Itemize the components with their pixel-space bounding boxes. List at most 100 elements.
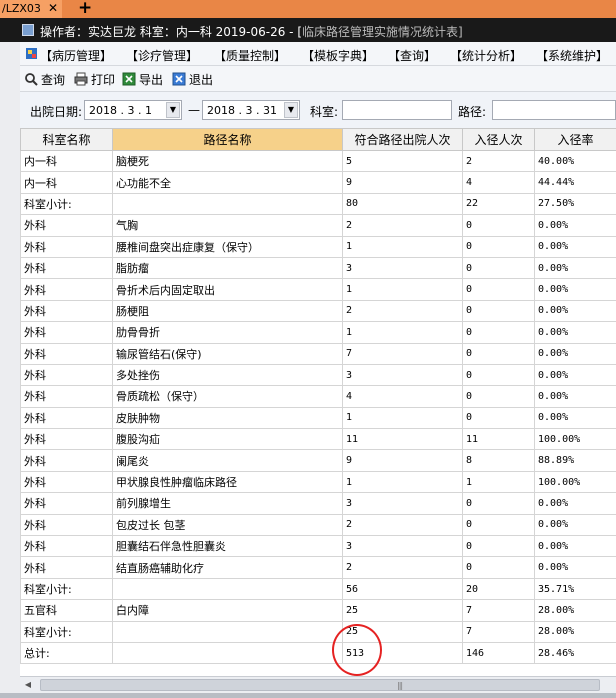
table-row[interactable]: 科室小计: 56 20 35.71% (20, 577, 616, 601)
date-to-picker[interactable]: 2018 . 3 . 31 ▼ (202, 100, 300, 120)
department-cell[interactable]: 科室小计: (20, 620, 113, 643)
enrolled-cell[interactable]: 0 (462, 535, 535, 558)
eligible-discharges-cell[interactable]: 3 (342, 535, 463, 558)
eligible-discharges-cell[interactable]: 1 (342, 321, 463, 344)
pathway-cell[interactable] (112, 620, 343, 643)
enrollment-rate-cell[interactable]: 0.00% (534, 278, 616, 301)
department-cell[interactable]: 外科 (20, 449, 113, 472)
menu-item-medical-records[interactable]: 【病历管理】 (40, 47, 112, 64)
enrolled-cell[interactable]: 0 (462, 299, 535, 323)
pathway-cell[interactable]: 骨折术后内固定取出 (112, 278, 343, 301)
eligible-discharges-cell[interactable]: 3 (342, 256, 463, 280)
department-cell[interactable]: 外科 (20, 428, 113, 451)
menu-item-query[interactable]: 【查询】 (388, 47, 436, 64)
table-row[interactable]: 外科 肋骨骨折 1 0 0.00% (20, 321, 616, 344)
table-row[interactable]: 外科 气胸 2 0 0.00% (20, 214, 616, 237)
pathway-cell[interactable]: 甲状腺良性肿瘤临床路径 (112, 470, 343, 494)
table-row[interactable]: 外科 骨质疏松（保守） 4 0 0.00% (20, 385, 616, 408)
browser-tab[interactable]: /LZX03 ✕ (0, 0, 62, 18)
menu-item-system-maintenance[interactable]: 【系统维护】 (536, 47, 608, 64)
eligible-discharges-cell[interactable]: 1 (342, 235, 463, 258)
enrollment-rate-cell[interactable]: 88.89% (534, 449, 616, 472)
pathway-cell[interactable]: 骨质疏松（保守） (112, 385, 343, 408)
menu-item-statistics[interactable]: 【统计分析】 (450, 47, 522, 64)
department-cell[interactable]: 外科 (20, 235, 113, 258)
enrolled-cell[interactable]: 0 (462, 363, 535, 387)
enrollment-rate-cell[interactable]: 0.00% (534, 321, 616, 344)
department-cell[interactable]: 外科 (20, 513, 113, 537)
enrolled-cell[interactable]: 0 (462, 492, 535, 515)
enrollment-rate-cell[interactable]: 100.00% (534, 428, 616, 451)
pathway-cell[interactable]: 气胸 (112, 214, 343, 237)
column-header-enrolled[interactable]: 入径人次 (462, 128, 535, 151)
enrollment-rate-cell[interactable]: 44.44% (534, 171, 616, 194)
enrollment-rate-cell[interactable]: 0.00% (534, 556, 616, 579)
scroll-left-arrow-icon[interactable]: ◀ (22, 679, 34, 691)
enrolled-cell[interactable]: 0 (462, 214, 535, 237)
enrolled-cell[interactable]: 146 (462, 641, 535, 665)
enrollment-rate-cell[interactable]: 0.00% (534, 235, 616, 258)
pathway-cell[interactable]: 皮肤肿物 (112, 406, 343, 430)
eligible-discharges-cell[interactable]: 5 (342, 149, 463, 173)
menu-item-quality-control[interactable]: 【质量控制】 (214, 47, 286, 64)
pathway-cell[interactable]: 胆囊结石伴急性胆囊炎 (112, 535, 343, 558)
department-input[interactable] (342, 100, 452, 120)
pathway-cell[interactable]: 白内障 (112, 599, 343, 622)
department-cell[interactable]: 外科 (20, 492, 113, 515)
add-tab-icon[interactable]: + (78, 0, 92, 18)
eligible-discharges-cell[interactable]: 2 (342, 513, 463, 537)
table-row[interactable]: 外科 骨折术后内固定取出 1 0 0.00% (20, 278, 616, 301)
enrolled-cell[interactable]: 0 (462, 321, 535, 344)
enrolled-cell[interactable]: 7 (462, 599, 535, 622)
eligible-discharges-cell[interactable]: 80 (342, 192, 463, 216)
print-button[interactable]: 打印 (74, 71, 115, 87)
department-cell[interactable]: 外科 (20, 299, 113, 323)
column-header-eligible-discharges[interactable]: 符合路径出院人次 (342, 128, 463, 151)
pathway-cell[interactable] (112, 577, 343, 601)
eligible-discharges-cell[interactable]: 7 (342, 342, 463, 365)
department-cell[interactable]: 内一科 (20, 149, 113, 173)
eligible-discharges-cell[interactable]: 2 (342, 299, 463, 323)
department-cell[interactable]: 外科 (20, 321, 113, 344)
pathway-cell[interactable]: 脂肪瘤 (112, 256, 343, 280)
enrollment-rate-cell[interactable]: 100.00% (534, 470, 616, 494)
pathway-cell[interactable]: 结直肠癌辅助化疗 (112, 556, 343, 579)
department-cell[interactable]: 外科 (20, 406, 113, 430)
pathway-cell[interactable] (112, 641, 343, 665)
enrolled-cell[interactable]: 7 (462, 620, 535, 643)
horizontal-scrollbar[interactable]: ◀ ||| (20, 676, 616, 693)
chevron-down-icon[interactable]: ▼ (284, 102, 298, 118)
enrolled-cell[interactable]: 0 (462, 513, 535, 537)
table-row[interactable]: 外科 阑尾炎 9 8 88.89% (20, 449, 616, 472)
menu-item-template-dictionary[interactable]: 【模板字典】 (302, 47, 374, 64)
enrollment-rate-cell[interactable]: 28.46% (534, 641, 616, 665)
table-row[interactable]: 外科 结直肠癌辅助化疗 2 0 0.00% (20, 556, 616, 579)
enrolled-cell[interactable]: 0 (462, 278, 535, 301)
table-row[interactable]: 总计: 513 146 28.46% (20, 641, 616, 665)
close-icon[interactable]: ✕ (48, 1, 58, 15)
exit-button[interactable]: 退出 (172, 71, 213, 87)
eligible-discharges-cell[interactable]: 4 (342, 385, 463, 408)
menu-item-treatment[interactable]: 【诊疗管理】 (126, 47, 198, 64)
table-row[interactable]: 外科 前列腺增生 3 0 0.00% (20, 492, 616, 515)
column-header-pathway[interactable]: 路径名称 (112, 128, 343, 151)
enrolled-cell[interactable]: 0 (462, 406, 535, 430)
table-row[interactable]: 外科 脂肪瘤 3 0 0.00% (20, 256, 616, 280)
enrollment-rate-cell[interactable]: 0.00% (534, 342, 616, 365)
department-cell[interactable]: 外科 (20, 385, 113, 408)
pathway-cell[interactable]: 肠梗阻 (112, 299, 343, 323)
pathway-cell[interactable]: 心功能不全 (112, 171, 343, 194)
department-cell[interactable]: 外科 (20, 214, 113, 237)
table-row[interactable]: 外科 胆囊结石伴急性胆囊炎 3 0 0.00% (20, 535, 616, 558)
table-row[interactable]: 外科 输尿管结石(保守) 7 0 0.00% (20, 342, 616, 365)
enrolled-cell[interactable]: 0 (462, 342, 535, 365)
table-row[interactable]: 内一科 脑梗死 5 2 40.00% (20, 149, 616, 173)
pathway-cell[interactable]: 肋骨骨折 (112, 321, 343, 344)
department-cell[interactable]: 五官科 (20, 599, 113, 622)
enrolled-cell[interactable]: 11 (462, 428, 535, 451)
chevron-down-icon[interactable]: ▼ (166, 102, 180, 118)
eligible-discharges-cell[interactable]: 11 (342, 428, 463, 451)
date-from-picker[interactable]: 2018 . 3 . 1 ▼ (84, 100, 182, 120)
pathway-cell[interactable]: 腰椎间盘突出症康复（保守） (112, 235, 343, 258)
column-header-enrollment-rate[interactable]: 入径率 (534, 128, 616, 151)
